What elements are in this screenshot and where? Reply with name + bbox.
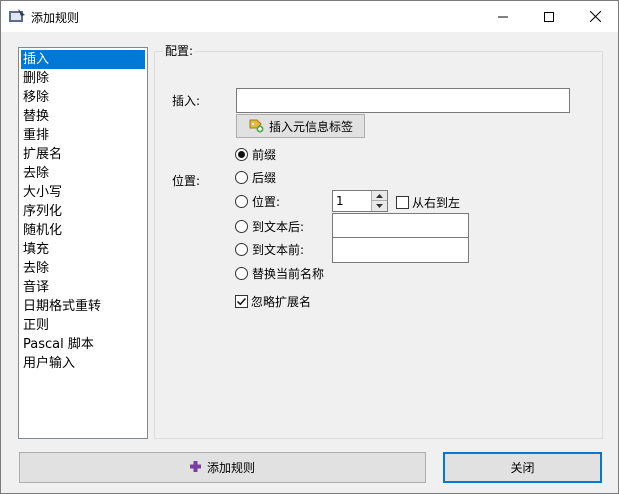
rule-list-item[interactable]: 移除 <box>21 88 145 107</box>
close-button[interactable]: 关闭 <box>443 452 602 483</box>
rule-list-item[interactable]: 去除 <box>21 259 145 278</box>
rule-list-item[interactable]: 用户输入 <box>21 354 145 373</box>
ignore-extension-label: 忽略扩展名 <box>251 294 312 309</box>
before-text-input[interactable] <box>332 237 469 263</box>
after-text-label: 到文本后: <box>252 219 305 234</box>
after-text-input[interactable] <box>332 213 469 238</box>
ignore-extension-checkbox[interactable] <box>235 294 248 308</box>
rule-list-item[interactable]: 音译 <box>21 278 145 297</box>
checkmark-icon <box>236 297 247 305</box>
minimize-icon <box>498 16 508 17</box>
plus-icon <box>189 460 201 475</box>
rule-list-item[interactable]: 删除 <box>21 69 145 88</box>
rule-list-item[interactable]: 替换 <box>21 107 145 126</box>
ignore-extension-option[interactable]: 忽略扩展名 <box>235 293 311 309</box>
position-spinner[interactable]: 1 <box>332 190 388 212</box>
rule-list-item[interactable]: 去除 <box>21 164 145 183</box>
close-button-label: 关闭 <box>510 461 535 475</box>
rule-list-item[interactable]: Pascal 脚本 <box>21 335 145 354</box>
insert-text-input[interactable] <box>236 88 570 113</box>
close-window-button[interactable] <box>572 1 618 32</box>
maximize-button[interactable] <box>526 1 572 32</box>
spin-up-button[interactable] <box>371 191 387 201</box>
meta-tag-icon <box>248 117 264 136</box>
rule-list-item[interactable]: 填充 <box>21 240 145 259</box>
option-before-text[interactable]: 到文本前: <box>235 241 304 257</box>
maximize-icon <box>544 11 554 22</box>
add-rule-dialog: 添加规则 插入 删除 移除 替换 重排 扩展名 去除 大小写 序列化 随机化 填充 去除 音译 日期格式重… <box>0 0 619 494</box>
option-position[interactable]: 位置: <box>235 193 280 209</box>
chevron-up-icon <box>376 193 383 198</box>
add-rule-label: 添加规则 <box>206 461 255 475</box>
insert-meta-tag-button[interactable]: 插入元信息标签 <box>236 114 365 138</box>
prefix-label: 前缀 <box>252 147 277 162</box>
close-icon <box>589 11 601 22</box>
option-suffix[interactable]: 后缀 <box>235 169 276 185</box>
rule-list-item[interactable]: 正则 <box>21 316 145 335</box>
insert-label: 插入: <box>172 94 201 108</box>
after-text-radio[interactable] <box>235 219 248 233</box>
option-replace-name[interactable]: 替换当前名称 <box>235 265 324 281</box>
config-group-label: 配置: <box>163 42 196 59</box>
title-bar[interactable]: 添加规则 <box>1 1 618 32</box>
rule-list[interactable]: 插入 删除 移除 替换 重排 扩展名 去除 大小写 序列化 随机化 填充 去除 音译 日期格式重转 正则 Pa… <box>18 47 148 439</box>
minimize-button[interactable] <box>480 1 526 32</box>
right-to-left-label: 从右到左 <box>412 195 461 210</box>
rule-list-item[interactable]: 扩展名 <box>21 145 145 164</box>
replace-name-radio[interactable] <box>235 266 248 280</box>
rule-list-item[interactable]: 日期格式重转 <box>21 297 145 316</box>
window-title: 添加规则 <box>31 11 80 25</box>
spin-down-button[interactable] <box>371 201 387 211</box>
rule-list-item[interactable]: 大小写 <box>21 183 145 202</box>
before-text-label: 到文本前: <box>252 242 305 257</box>
replace-name-label: 替换当前名称 <box>252 266 325 281</box>
position-value[interactable]: 1 <box>336 194 344 208</box>
add-rule-button[interactable]: 添加规则 <box>19 452 426 483</box>
position-option-label: 位置: <box>252 194 281 209</box>
rule-list-item[interactable]: 插入 <box>21 50 145 69</box>
suffix-radio[interactable] <box>235 170 248 184</box>
rule-list-item[interactable]: 随机化 <box>21 221 145 240</box>
suffix-label: 后缀 <box>252 170 277 185</box>
rule-list-item[interactable]: 重排 <box>21 126 145 145</box>
position-label: 位置: <box>172 174 201 188</box>
position-radio[interactable] <box>235 194 248 208</box>
chevron-down-icon <box>376 204 383 208</box>
insert-meta-tag-label: 插入元信息标签 <box>269 119 354 134</box>
app-icon <box>8 8 26 24</box>
before-text-radio[interactable] <box>235 242 248 256</box>
right-to-left-option[interactable]: 从右到左 <box>396 194 460 210</box>
option-prefix[interactable]: 前缀 <box>235 146 276 162</box>
right-to-left-checkbox[interactable] <box>396 195 409 209</box>
prefix-radio[interactable] <box>235 147 248 161</box>
option-after-text[interactable]: 到文本后: <box>235 218 304 234</box>
rule-list-item[interactable]: 序列化 <box>21 202 145 221</box>
